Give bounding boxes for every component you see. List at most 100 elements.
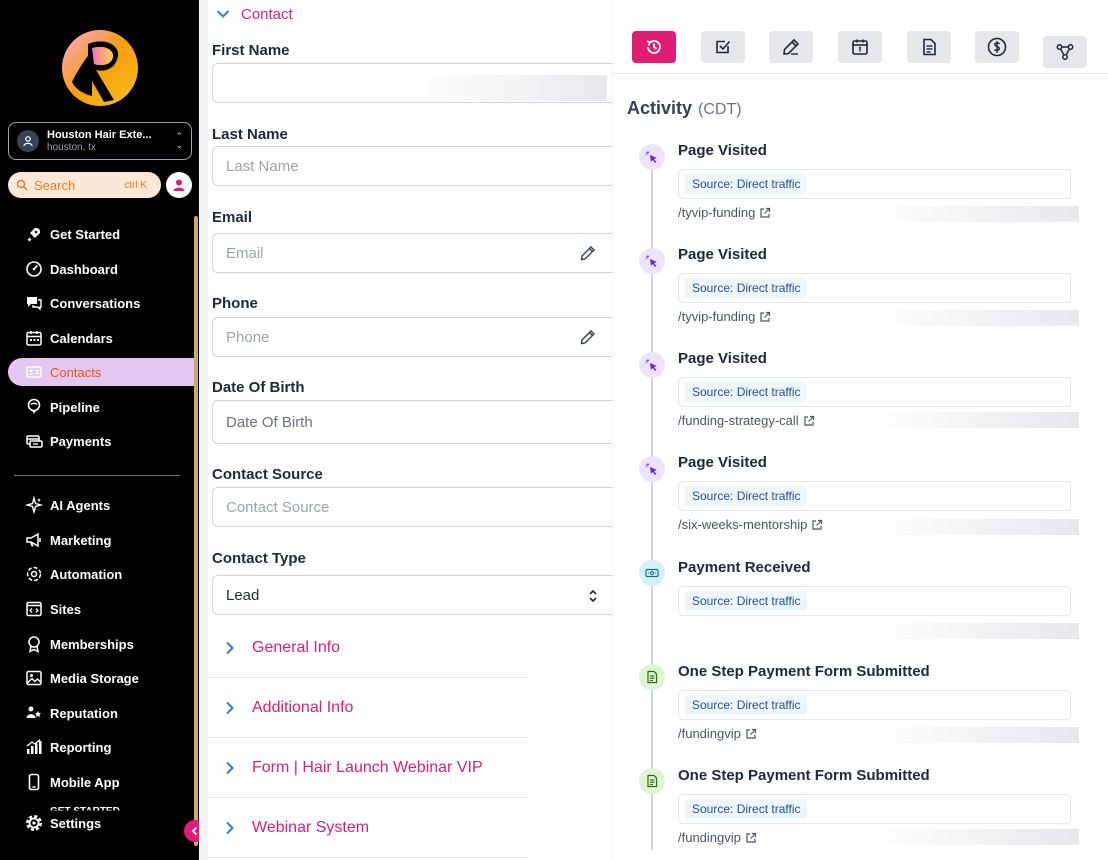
nav-label: Dashboard xyxy=(50,261,118,277)
nav-label: Contacts xyxy=(50,364,102,380)
calendar-icon xyxy=(24,328,44,348)
section-general-info[interactable]: General Info xyxy=(208,618,528,678)
tab-notes[interactable] xyxy=(769,31,813,63)
phone-field[interactable]: Phone xyxy=(212,317,612,357)
nav-label: Payments xyxy=(50,433,112,449)
nav-calendars[interactable]: Calendars xyxy=(8,324,194,352)
pencil-icon[interactable] xyxy=(580,245,596,261)
search-label: Search xyxy=(34,177,76,193)
nav-sites[interactable]: Sites xyxy=(8,595,194,623)
nav-pipeline[interactable]: Pipeline xyxy=(8,393,194,421)
sidebar-scrollbar[interactable] xyxy=(194,216,198,846)
contact-section-toggle[interactable]: Contact xyxy=(215,4,293,24)
event-page-link[interactable]: /tyvip-funding xyxy=(678,205,771,220)
page-visit-icon xyxy=(639,456,665,482)
tab-tasks[interactable] xyxy=(701,31,745,63)
contact-source-field[interactable]: Contact Source xyxy=(212,487,612,527)
nav-settings[interactable]: GET STARTED Settings xyxy=(8,806,194,837)
date-of-birth-label: Date Of Birth xyxy=(212,379,305,396)
nav-ai-agents[interactable]: AI Agents xyxy=(8,491,194,519)
section-additional-info[interactable]: Additional Info xyxy=(208,678,528,738)
chevron-right-icon xyxy=(226,761,234,774)
email-field[interactable]: Email xyxy=(212,233,612,273)
nav-dashboard[interactable]: Dashboard xyxy=(8,255,194,283)
funnel-icon xyxy=(24,397,44,417)
event-page-link[interactable]: /funding-strategy-call xyxy=(678,413,815,428)
activity-heading: Activity (CDT) xyxy=(627,98,742,119)
redacted-timestamp-blur xyxy=(873,412,1079,428)
gauge-icon xyxy=(24,259,44,279)
event-page-link[interactable]: /fundingvip xyxy=(678,726,757,741)
page-visit-icon xyxy=(639,144,665,170)
email-placeholder: Email xyxy=(226,244,264,262)
code-window-icon xyxy=(24,599,44,619)
payments-icon xyxy=(24,431,44,451)
contact-type-label: Contact Type xyxy=(212,550,306,567)
redacted-timestamp-blur xyxy=(873,310,1079,326)
external-link-icon xyxy=(804,415,814,426)
nav-label: Mobile App xyxy=(50,774,120,790)
nav-memberships[interactable]: Memberships xyxy=(8,630,194,658)
tab-activity[interactable] xyxy=(632,31,676,63)
contact-card-icon xyxy=(24,362,44,382)
nav-label: Reporting xyxy=(50,739,112,755)
panel-divider xyxy=(199,0,208,860)
external-link-icon xyxy=(746,728,756,739)
event-link-text: /tyvip-funding xyxy=(678,309,756,324)
activity-timezone: (CDT) xyxy=(698,101,742,118)
nav-conversations[interactable]: Conversations xyxy=(8,289,194,317)
search-button[interactable]: Search ctrl K xyxy=(8,172,161,198)
form-submitted-icon xyxy=(639,664,665,690)
nav-marketing[interactable]: Marketing xyxy=(8,526,194,554)
sparkle-icon xyxy=(24,495,44,515)
nav-automation[interactable]: Automation xyxy=(8,560,194,588)
last-name-field[interactable]: Last Name xyxy=(212,146,612,186)
last-name-label: Last Name xyxy=(212,126,288,143)
section-form-hair-launch[interactable]: Form | Hair Launch Webinar VIP xyxy=(208,738,528,798)
event-source-box: Source: Direct traffic xyxy=(678,481,1071,511)
event-page-link[interactable]: /tyvip-funding xyxy=(678,309,771,324)
section-title: General Info xyxy=(252,638,341,656)
date-of-birth-field[interactable]: Date Of Birth xyxy=(212,400,612,444)
event-link-text: /funding-strategy-call xyxy=(678,413,799,428)
nav-label: Media Storage xyxy=(50,670,139,686)
nav-label: Memberships xyxy=(50,636,134,652)
workflow-icon xyxy=(1056,44,1074,60)
event-page-link[interactable]: /six-weeks-mentorship xyxy=(678,517,823,532)
contact-details-panel: Contact First Name Last Name Last Name E… xyxy=(199,0,612,860)
account-location: houston, tx xyxy=(47,141,96,153)
redacted-timestamp-blur xyxy=(873,727,1079,743)
event-title: Page Visited xyxy=(678,454,767,471)
section-webinar-system[interactable]: Webinar System xyxy=(208,798,528,858)
account-switcher[interactable]: Houston Hair Exte... houston, tx ⌃ ⌄ xyxy=(8,122,192,160)
chevron-right-icon xyxy=(226,641,234,654)
event-title: Page Visited xyxy=(678,142,767,159)
contact-type-select[interactable]: Lead xyxy=(212,575,612,615)
reputation-icon xyxy=(24,703,44,723)
nav-media-storage[interactable]: Media Storage xyxy=(8,664,194,692)
nav-mobile-app[interactable]: Mobile App xyxy=(8,768,194,796)
tab-documents[interactable] xyxy=(907,31,951,63)
nav-label: Marketing xyxy=(50,532,112,548)
redacted-value-blur xyxy=(412,75,607,101)
external-link-icon xyxy=(760,207,771,218)
nav-reporting[interactable]: Reporting xyxy=(8,733,194,761)
event-link-text: /tyvip-funding xyxy=(678,205,756,220)
user-avatar-button[interactable] xyxy=(166,172,192,198)
redacted-timestamp-blur xyxy=(873,206,1079,222)
contact-source-label: Contact Source xyxy=(212,466,323,483)
tab-workflows[interactable] xyxy=(1043,36,1087,68)
nav-reputation[interactable]: Reputation xyxy=(8,699,194,727)
nav-contacts[interactable]: Contacts xyxy=(8,358,194,386)
activity-title: Activity xyxy=(627,98,693,118)
nav-get-started[interactable]: Get Started xyxy=(8,220,194,248)
nav-label: Calendars xyxy=(50,330,113,346)
tab-appointments[interactable] xyxy=(838,31,882,63)
pencil-icon[interactable] xyxy=(580,329,596,345)
source-badge: Source: Direct traffic xyxy=(685,486,808,506)
nav-payments[interactable]: Payments xyxy=(8,427,194,455)
source-badge: Source: Direct traffic xyxy=(685,382,808,402)
phone-placeholder: Phone xyxy=(226,328,270,346)
event-page-link[interactable]: /fundingvip xyxy=(678,830,757,845)
tab-payments[interactable] xyxy=(975,31,1019,63)
